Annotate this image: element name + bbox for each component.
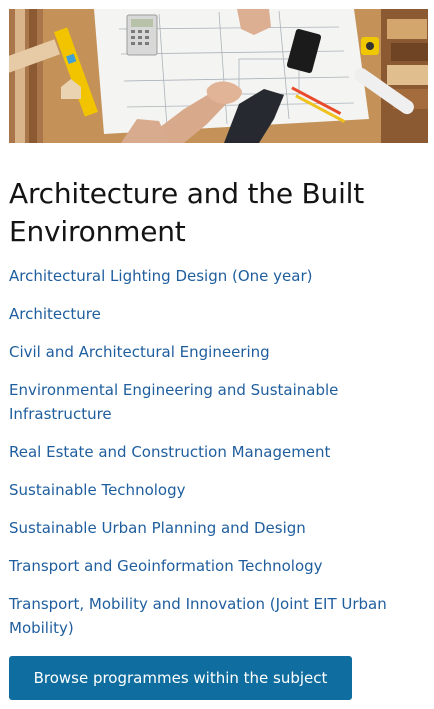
browse-programmes-button[interactable]: Browse programmes within the subject — [9, 656, 352, 700]
list-item: Sustainable Technology — [9, 478, 424, 502]
programme-link-sustainable-technology[interactable]: Sustainable Technology — [9, 478, 424, 502]
list-item: Transport, Mobility and Innovation (Join… — [9, 592, 424, 640]
programme-link-environmental-engineering[interactable]: Environmental Engineering and Sustainabl… — [9, 378, 424, 426]
programme-link-civil-architectural-engineering[interactable]: Civil and Architectural Engineering — [9, 340, 424, 364]
programme-link-transport-geoinformation[interactable]: Transport and Geoinformation Technology — [9, 554, 424, 578]
list-item: Architectural Lighting Design (One year) — [9, 264, 424, 288]
hero-image — [9, 9, 428, 143]
list-item: Civil and Architectural Engineering — [9, 340, 424, 364]
list-item: Transport and Geoinformation Technology — [9, 554, 424, 578]
section-title: Architecture and the Built Environment — [9, 177, 365, 248]
list-item: Environmental Engineering and Sustainabl… — [9, 378, 424, 426]
programme-link-transport-mobility-innovation[interactable]: Transport, Mobility and Innovation (Join… — [9, 592, 424, 640]
programme-link-sustainable-urban-planning[interactable]: Sustainable Urban Planning and Design — [9, 516, 424, 540]
hero-illustration — [9, 9, 428, 143]
programme-link-architectural-lighting-design[interactable]: Architectural Lighting Design (One year) — [9, 264, 424, 288]
list-item: Real Estate and Construction Management — [9, 440, 424, 464]
programme-list: Architectural Lighting Design (One year)… — [9, 264, 424, 654]
list-item: Sustainable Urban Planning and Design — [9, 516, 424, 540]
programme-link-architecture[interactable]: Architecture — [9, 302, 424, 326]
list-item: Architecture — [9, 302, 424, 326]
programme-link-real-estate[interactable]: Real Estate and Construction Management — [9, 440, 424, 464]
